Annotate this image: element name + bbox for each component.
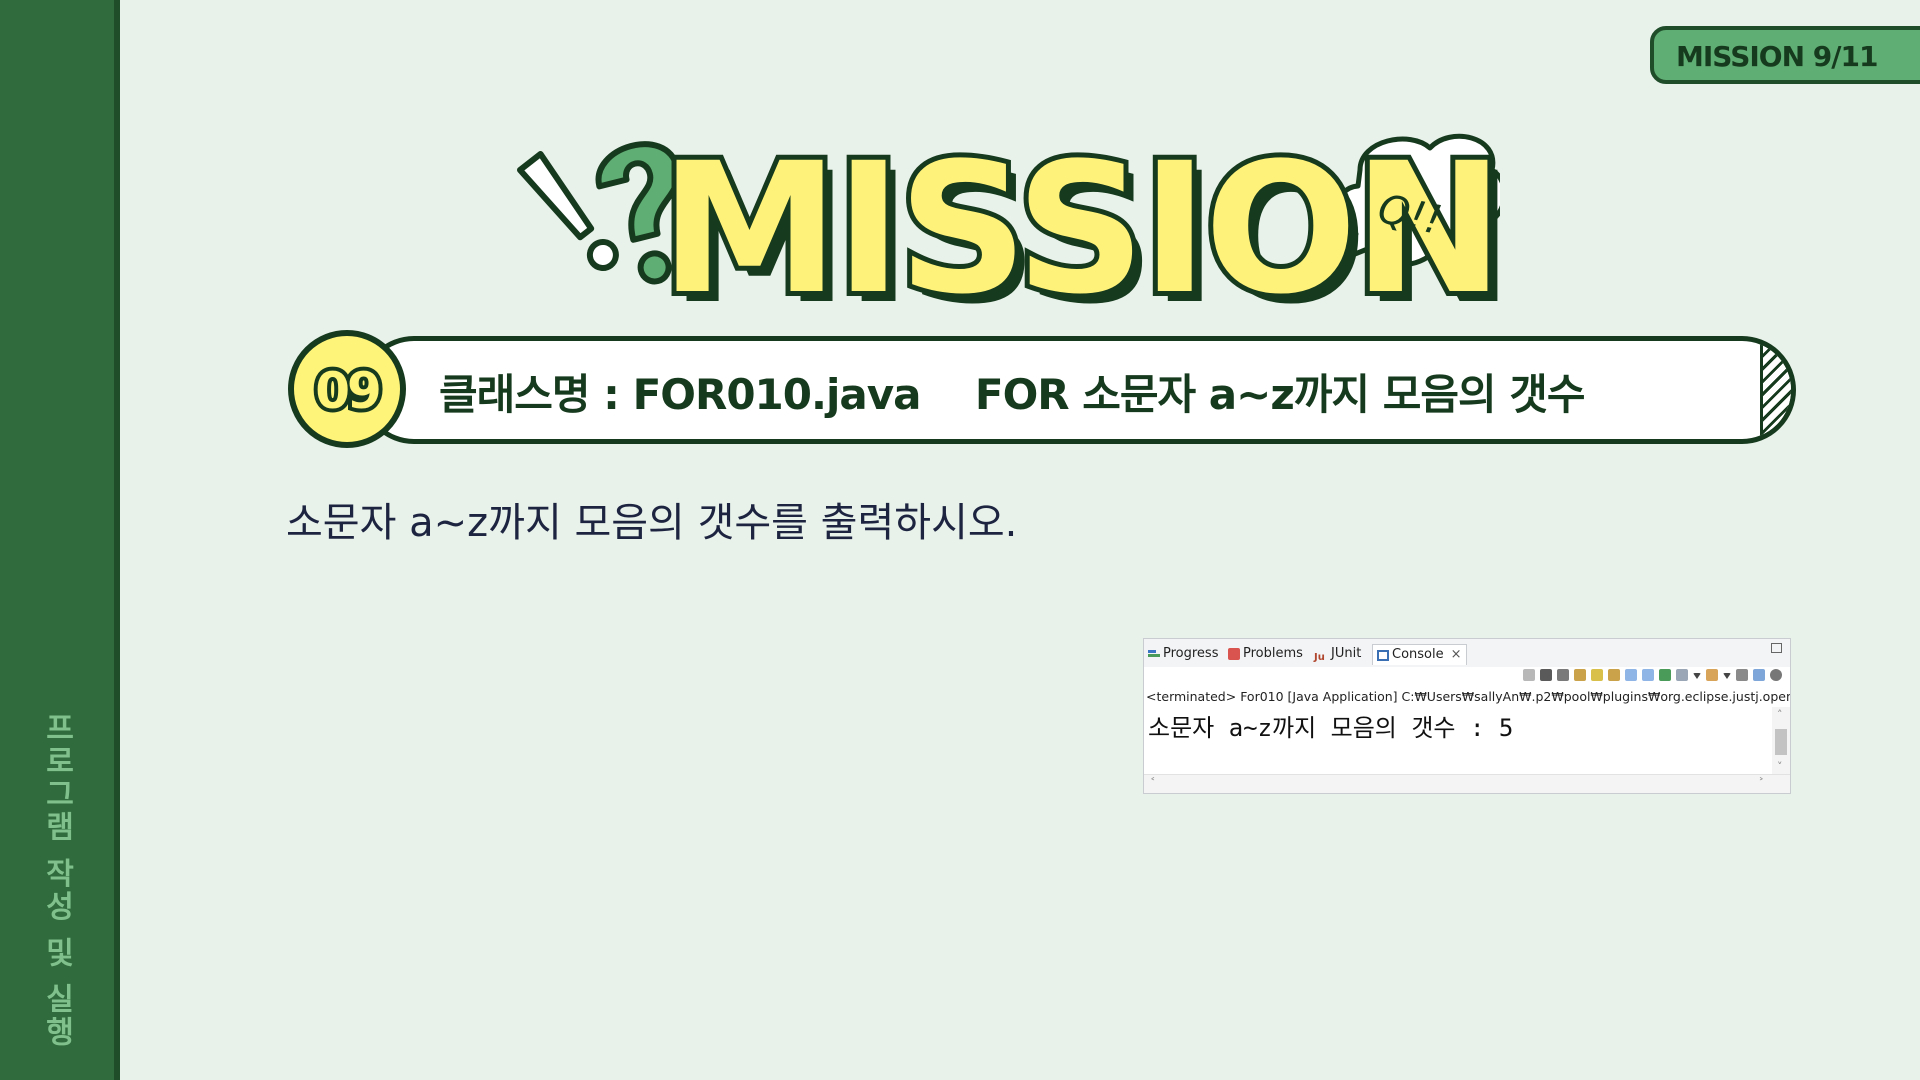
remove-launch-icon[interactable]	[1540, 669, 1552, 681]
console-tab-strip: Progress Problems Ju JUnit Console ×	[1144, 639, 1790, 667]
restore-icon[interactable]	[1771, 643, 1782, 653]
copy-icon[interactable]	[1736, 669, 1748, 681]
pin-console-icon[interactable]	[1659, 669, 1671, 681]
close-icon[interactable]: ×	[1451, 645, 1462, 665]
tab-label: Console	[1392, 647, 1444, 662]
console-toolbar	[1523, 669, 1782, 685]
new-console-icon[interactable]	[1706, 669, 1718, 681]
dropdown-icon[interactable]	[1693, 673, 1701, 679]
scrollbar-thumb[interactable]	[1775, 729, 1787, 755]
scroll-down-icon[interactable]: ˅	[1777, 760, 1783, 773]
settings-icon[interactable]	[1770, 669, 1782, 681]
console-output: 소문자 a~z까지 모음의 갯수 : 5	[1148, 714, 1514, 742]
progress-icon	[1148, 648, 1160, 660]
mission-title-bar: 클래스명 : FOR010.java FOR 소문자 a~z까지 모음의 갯수	[360, 336, 1796, 444]
terminate-icon[interactable]	[1523, 669, 1535, 681]
tab-label: Problems	[1243, 646, 1303, 661]
sidebar-edge	[114, 0, 120, 1080]
title-bar-hatch	[1760, 341, 1791, 439]
mission-progress-tab: MISSION 9/11	[1650, 26, 1920, 84]
console-panel: Progress Problems Ju JUnit Console × <te…	[1143, 638, 1791, 794]
dropdown-icon[interactable]	[1723, 673, 1731, 679]
scroll-up-icon[interactable]: ˄	[1777, 708, 1783, 721]
mission-title-text: 클래스명 : FOR010.java FOR 소문자 a~z까지 모음의 갯수	[439, 370, 1586, 419]
mission-banner: MISSION Q!!	[480, 125, 1509, 335]
scroll-right-icon[interactable]: ˃	[1759, 776, 1765, 789]
sidebar-section-label: 프로그램 작성 및 실행	[39, 712, 74, 1050]
mission-progress-label: MISSION 9/11	[1676, 40, 1878, 73]
mission-number: 09	[311, 358, 386, 424]
show-stdout-icon[interactable]	[1625, 669, 1637, 681]
mission-number-badge: 09	[288, 330, 406, 448]
vertical-scrollbar[interactable]: ˄ ˅	[1772, 707, 1790, 775]
mission-description: 소문자 a~z까지 모음의 갯수를 출력하시오.	[286, 500, 1018, 546]
scroll-lock-icon[interactable]	[1591, 669, 1603, 681]
horizontal-scrollbar[interactable]: ˂ ˃	[1144, 774, 1790, 793]
clear-console-icon[interactable]	[1574, 669, 1586, 681]
scroll-left-icon[interactable]: ˂	[1150, 776, 1156, 789]
console-status-line: <terminated> For010 [Java Application] C…	[1146, 689, 1791, 704]
tab-label: JUnit	[1331, 646, 1362, 661]
problems-icon	[1228, 648, 1240, 660]
remove-all-icon[interactable]	[1557, 669, 1569, 681]
sidebar: 프로그램 작성 및 실행	[0, 0, 120, 1080]
tab-progress[interactable]: Progress	[1148, 644, 1218, 664]
tab-problems[interactable]: Problems	[1228, 644, 1303, 664]
display-console-icon[interactable]	[1676, 669, 1688, 681]
tab-label: Progress	[1163, 646, 1219, 661]
console-icon	[1377, 649, 1389, 661]
word-wrap-icon[interactable]	[1608, 669, 1620, 681]
tab-junit[interactable]: Ju JUnit	[1314, 644, 1361, 664]
junit-icon: Ju	[1314, 652, 1325, 663]
show-stderr-icon[interactable]	[1642, 669, 1654, 681]
tab-console[interactable]: Console ×	[1372, 644, 1467, 665]
open-console-icon[interactable]	[1753, 669, 1765, 681]
